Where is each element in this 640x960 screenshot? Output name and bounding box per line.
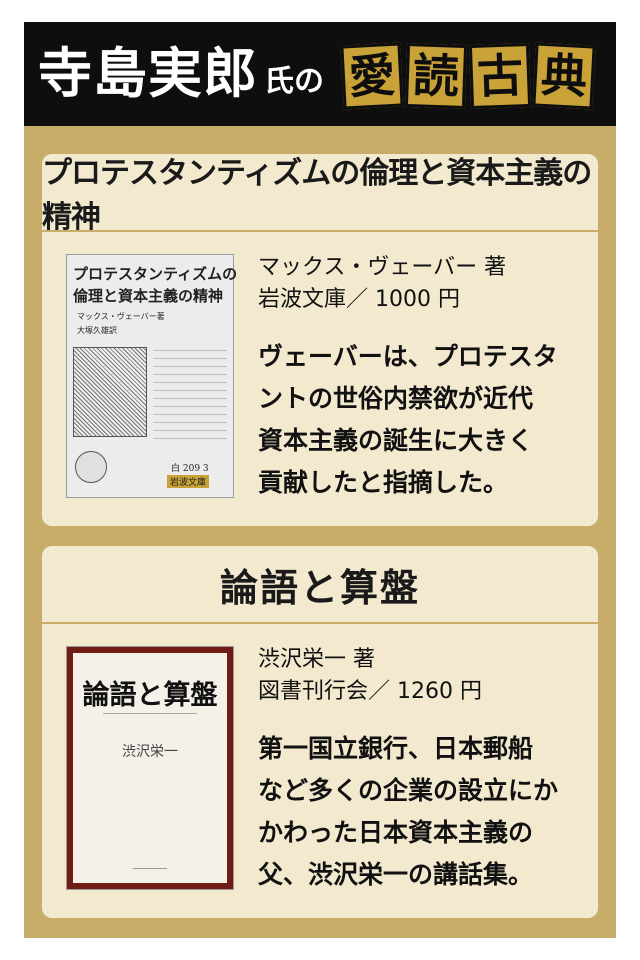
header-name: 寺島実郎 <box>38 42 258 105</box>
cover2-subtitle-rule <box>103 713 197 714</box>
cover1-label: 岩波文庫 <box>167 475 210 488</box>
book-description-2: 第一国立銀行、日本郵船 など多くの企業の設立にか かわった日本資本主義の 父、渋… <box>258 728 578 896</box>
book-author-2: 渋沢栄一 著 <box>258 647 375 672</box>
header-kanji-1: 愛 <box>340 42 404 110</box>
cover1-author: マックス・ヴェーバー著 <box>77 312 165 321</box>
book-card-2: 論語と算盤 論語と算盤 渋沢栄一 渋沢栄一 著 図書刊行会／ 1260 円 第一… <box>42 546 598 918</box>
cover1-engraving <box>73 347 147 437</box>
header-suffix: 氏の <box>264 64 324 99</box>
book-description-1: ヴェーバーは、プロテスタ ントの世俗内禁欲が近代 資本主義の誕生に大きく 貢献し… <box>258 336 578 504</box>
book-publisher-1: 岩波文庫／ 1000 円 <box>258 287 460 312</box>
book-description-1-line: 貢献したと指摘した。 <box>258 468 509 497</box>
cover1-blurb-lines <box>153 343 227 446</box>
cover1-title-line1: プロテスタンティズムの <box>73 265 238 283</box>
book-description-2-line: 第一国立銀行、日本郵船 <box>258 734 534 763</box>
book-author-1: マックス・ヴェーバー 著 <box>258 255 507 280</box>
cover2-publisher-mark <box>133 868 167 869</box>
book-cover-1: プロテスタンティズムの 倫理と資本主義の精神 マックス・ヴェーバー著 大塚久雄訳… <box>66 254 238 498</box>
book-title-1: プロテスタンティズムの倫理と資本主義の精神 <box>42 154 598 235</box>
book-title-2: 論語と算盤 <box>42 546 598 624</box>
cover2-title: 論語と算盤 <box>82 680 218 711</box>
book-description-2-line: 父、渋沢栄一の講話集。 <box>258 860 534 889</box>
book-cover-2: 論語と算盤 渋沢栄一 <box>66 646 234 890</box>
book-description-1-line: 資本主義の誕生に大きく <box>258 426 534 455</box>
book-card-1: プロテスタンティズムの倫理と資本主義の精神 プロテスタンティズムの 倫理と資本主… <box>42 154 598 526</box>
book-publisher-2: 図書刊行会／ 1260 円 <box>258 679 482 704</box>
header-banner: 寺島実郎 氏の 愛 読 古 典 <box>24 22 616 126</box>
cover1-logo <box>75 451 107 483</box>
book-description-2-line: など多くの企業の設立にか <box>258 776 559 805</box>
header-kanji-3: 古 <box>468 42 532 110</box>
book-description-2-line: かわった日本資本主義の <box>258 818 534 847</box>
cover1-number: 白 209 3 <box>171 464 209 474</box>
book-description-1-line: ヴェーバーは、プロテスタ <box>258 342 558 371</box>
header-kanji-4: 典 <box>532 42 596 110</box>
feature-frame: 寺島実郎 氏の 愛 読 古 典 プロテスタンティズムの倫理と資本主義の精神 プロ… <box>24 22 616 938</box>
cover2-author: 渋沢栄一 <box>122 744 178 760</box>
header-kanji-2: 読 <box>404 42 468 110</box>
book-description-1-line: ントの世俗内禁欲が近代 <box>258 384 534 413</box>
cover1-translator: 大塚久雄訳 <box>77 326 117 335</box>
cover1-title-line2: 倫理と資本主義の精神 <box>73 287 224 305</box>
